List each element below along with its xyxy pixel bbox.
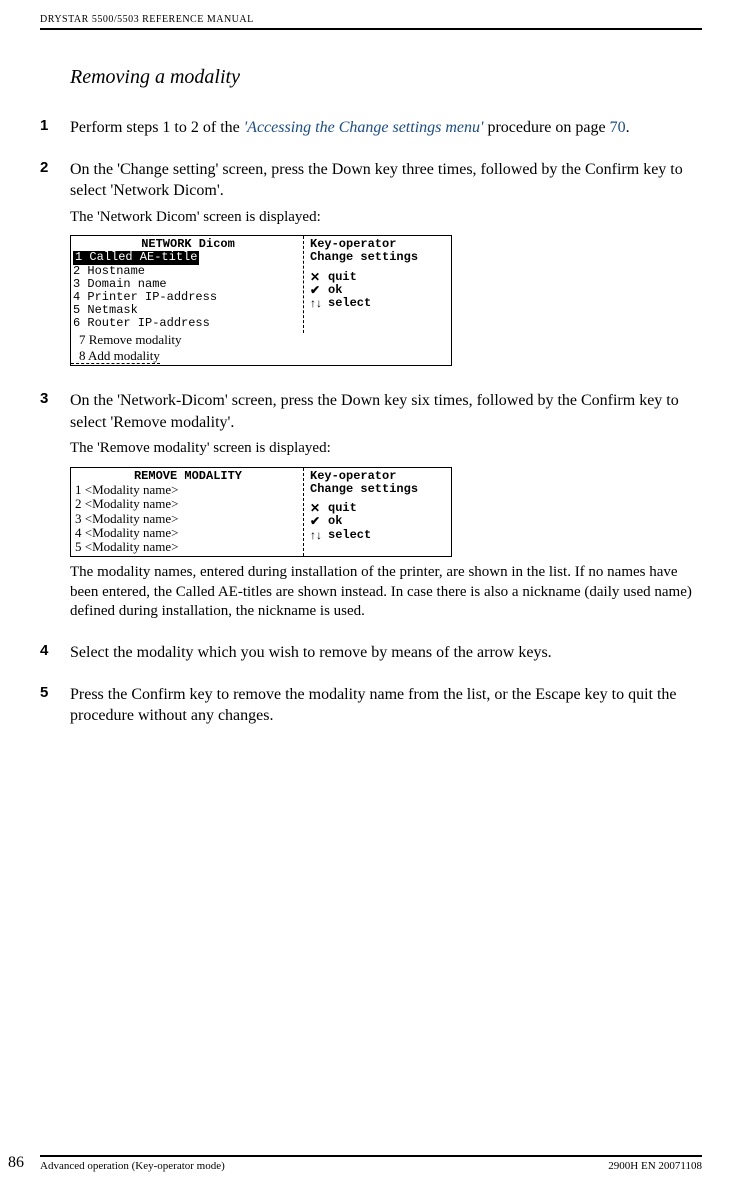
step-text: On the 'Network-Dicom' screen, press the… bbox=[70, 390, 702, 433]
link-accessing-change-settings[interactable]: 'Accessing the Change settings menu' bbox=[244, 119, 484, 136]
screen-action: ok bbox=[328, 515, 342, 528]
step-text: . bbox=[626, 119, 630, 136]
screen-side-label: Change settings bbox=[310, 483, 449, 496]
menu-item-overflow: 7 Remove modality bbox=[71, 333, 451, 347]
modality-list-item: 2 <Modality name> bbox=[75, 497, 303, 511]
step-text: Perform steps 1 to 2 of the bbox=[70, 119, 244, 136]
modality-list-item: 3 <Modality name> bbox=[75, 512, 303, 526]
menu-item-overflow: 8 Add modality bbox=[71, 349, 160, 364]
step-4: 4 Select the modality which you wish to … bbox=[40, 642, 702, 664]
footer-left: Advanced operation (Key-operator mode) bbox=[40, 1160, 225, 1172]
check-icon: ✔ bbox=[310, 515, 324, 528]
footer-right: 2900H EN 20071108 bbox=[608, 1160, 702, 1172]
section-title: Removing a modality bbox=[70, 66, 702, 89]
step-number: 1 bbox=[40, 117, 70, 139]
step-number: 2 bbox=[40, 159, 70, 370]
running-header: DRYSTAR 5500/5503 REFERENCE MANUAL bbox=[40, 14, 702, 30]
screen-side-label: Key-operator bbox=[310, 470, 449, 483]
modality-list-item: 5 <Modality name> bbox=[75, 540, 303, 554]
modality-list-item: 1 <Modality name> bbox=[75, 483, 303, 497]
x-icon: ✕ bbox=[310, 271, 324, 284]
screen-action: select bbox=[328, 529, 371, 542]
step-subtext: The 'Network Dicom' screen is displayed: bbox=[70, 208, 702, 228]
updown-icon: ↑↓ bbox=[310, 297, 324, 310]
screen-network-dicom: NETWORK Dicom 1 Called AE-title 2 Hostna… bbox=[70, 235, 452, 366]
menu-item: 6 Router IP-address bbox=[73, 317, 303, 330]
screen-action: select bbox=[328, 297, 371, 310]
step-2: 2 On the 'Change setting' screen, press … bbox=[40, 159, 702, 370]
step-text: Press the Confirm key to remove the moda… bbox=[70, 684, 702, 727]
screen-title: REMOVE MODALITY bbox=[73, 470, 303, 483]
page-footer: Advanced operation (Key-operator mode) 2… bbox=[0, 1155, 742, 1172]
step-5: 5 Press the Confirm key to remove the mo… bbox=[40, 684, 702, 727]
step-3: 3 On the 'Network-Dicom' screen, press t… bbox=[40, 390, 702, 622]
step-text: procedure on page bbox=[483, 119, 609, 136]
step-text: Select the modality which you wish to re… bbox=[70, 642, 702, 664]
screen-side-label: Change settings bbox=[310, 251, 449, 264]
step-subtext: The 'Remove modality' screen is displaye… bbox=[70, 439, 702, 459]
step-number: 5 bbox=[40, 684, 70, 727]
step-1: 1 Perform steps 1 to 2 of the 'Accessing… bbox=[40, 117, 702, 139]
updown-icon: ↑↓ bbox=[310, 529, 324, 542]
step-number: 3 bbox=[40, 390, 70, 622]
step-note: The modality names, entered during insta… bbox=[70, 563, 702, 622]
screen-remove-modality: REMOVE MODALITY 1 <Modality name> 2 <Mod… bbox=[70, 467, 452, 558]
menu-item-selected: 1 Called AE-title bbox=[73, 251, 199, 264]
modality-list-item: 4 <Modality name> bbox=[75, 526, 303, 540]
menu-item: 2 Hostname bbox=[73, 265, 303, 278]
link-page-70[interactable]: 70 bbox=[610, 119, 626, 136]
step-number: 4 bbox=[40, 642, 70, 664]
screen-action: quit bbox=[328, 271, 357, 284]
step-text: On the 'Change setting' screen, press th… bbox=[70, 159, 702, 202]
